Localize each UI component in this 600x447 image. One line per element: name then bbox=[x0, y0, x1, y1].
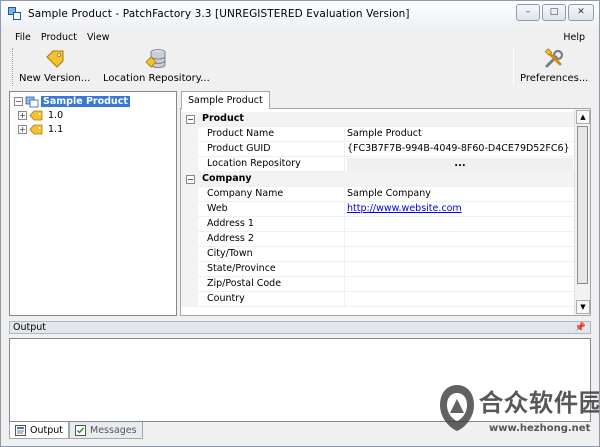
messages-icon bbox=[75, 424, 86, 436]
tree-root-label[interactable]: Sample Product bbox=[41, 96, 130, 107]
tab-output-label: Output bbox=[30, 424, 63, 436]
property-row[interactable]: Company Name Sample Company bbox=[181, 187, 574, 202]
property-name: Product Name bbox=[207, 128, 275, 139]
menu-help[interactable]: Help bbox=[558, 32, 590, 43]
property-row[interactable]: State/Province bbox=[181, 262, 574, 277]
browse-button[interactable]: ... bbox=[347, 158, 573, 171]
property-name: State/Province bbox=[207, 263, 276, 274]
watermark: 合众软件园 www.hezhong.net bbox=[437, 379, 600, 445]
property-row[interactable]: Country bbox=[181, 292, 574, 307]
property-row[interactable]: Web http://www.website.com bbox=[181, 202, 574, 217]
property-name: Address 1 bbox=[207, 218, 254, 229]
expand-toggle[interactable]: + bbox=[18, 111, 27, 120]
tab-sample-product[interactable]: Sample Product bbox=[181, 91, 270, 109]
preferences-label: Preferences... bbox=[520, 73, 589, 84]
property-panel: Sample Product − Product Product Name Sa… bbox=[179, 91, 591, 316]
property-row[interactable]: Address 1 bbox=[181, 217, 574, 232]
category-label: Product bbox=[202, 113, 244, 124]
category-toggle[interactable]: − bbox=[186, 115, 195, 124]
title-bar[interactable]: Sample Product - PatchFactory 3.3 [UNREG… bbox=[1, 1, 599, 27]
tab-messages-label: Messages bbox=[90, 424, 137, 436]
property-name: Company Name bbox=[207, 188, 284, 199]
property-value[interactable]: Sample Product bbox=[347, 128, 422, 139]
menu-product[interactable]: Product bbox=[36, 32, 82, 43]
pin-icon[interactable]: 📌 bbox=[575, 323, 586, 333]
property-row[interactable]: City/Town bbox=[181, 247, 574, 262]
property-grid[interactable]: − Product Product Name Sample Product Pr… bbox=[180, 108, 591, 316]
window-title: Sample Product - PatchFactory 3.3 [UNREG… bbox=[28, 8, 410, 20]
watermark-logo-icon bbox=[440, 385, 474, 431]
window-controls: – □ ✕ bbox=[516, 4, 594, 21]
new-version-button[interactable]: New Version... bbox=[19, 48, 90, 88]
tools-icon bbox=[544, 48, 564, 68]
category-label: Company bbox=[202, 173, 252, 184]
collapse-toggle[interactable]: − bbox=[14, 97, 23, 106]
app-icon bbox=[8, 7, 22, 21]
watermark-url: www.hezhong.net bbox=[489, 423, 591, 434]
toolbar-grip[interactable] bbox=[12, 48, 15, 86]
property-name: Address 2 bbox=[207, 233, 254, 244]
scroll-down-button[interactable]: ▼ bbox=[576, 300, 590, 314]
menu-file[interactable]: File bbox=[10, 32, 36, 43]
category-row-product[interactable]: − Product bbox=[181, 112, 574, 127]
minimize-button[interactable]: – bbox=[516, 4, 540, 21]
property-value[interactable]: {FC3B7F7B-994B-4049-8F60-D4CE79D52FC6} bbox=[347, 143, 570, 154]
web-link[interactable]: http://www.website.com bbox=[347, 203, 462, 214]
menu-view[interactable]: View bbox=[82, 32, 115, 43]
property-row[interactable]: Location Repository ... bbox=[181, 157, 574, 172]
property-value[interactable]: Sample Company bbox=[347, 188, 431, 199]
menu-bar: File Product View Help bbox=[10, 29, 590, 45]
watermark-text: 合众软件园 bbox=[479, 389, 600, 417]
vertical-scrollbar[interactable]: ▲ ▼ bbox=[574, 109, 590, 315]
product-tree[interactable]: − Sample Product + 1.0 + 1.1 bbox=[9, 91, 177, 316]
property-name: Web bbox=[207, 203, 228, 214]
tag-icon bbox=[45, 50, 64, 68]
category-toggle[interactable]: − bbox=[186, 175, 195, 184]
tag-icon bbox=[29, 110, 43, 121]
tab-messages[interactable]: Messages bbox=[69, 422, 143, 439]
property-name: Zip/Postal Code bbox=[207, 278, 282, 289]
location-repository-label: Location Repository... bbox=[103, 73, 210, 84]
tab-output[interactable]: Output bbox=[9, 422, 69, 439]
scroll-up-button[interactable]: ▲ bbox=[576, 110, 590, 124]
output-header: Output 📌 bbox=[9, 321, 591, 334]
property-row[interactable]: Product Name Sample Product bbox=[181, 127, 574, 142]
output-title: Output bbox=[13, 322, 46, 333]
app-window: Sample Product - PatchFactory 3.3 [UNREG… bbox=[0, 0, 600, 447]
preferences-button[interactable]: Preferences... bbox=[520, 48, 588, 88]
property-name: City/Town bbox=[207, 248, 253, 259]
tree-item-label: 1.1 bbox=[48, 124, 64, 135]
tree-item-version[interactable]: + 1.0 bbox=[18, 109, 65, 122]
output-icon bbox=[15, 424, 26, 436]
property-name: Country bbox=[207, 293, 245, 304]
scroll-thumb[interactable] bbox=[577, 126, 588, 284]
location-repository-button[interactable]: Location Repository... bbox=[103, 48, 210, 88]
product-icon bbox=[25, 96, 39, 107]
new-version-label: New Version... bbox=[19, 73, 91, 84]
category-row-company[interactable]: − Company bbox=[181, 172, 574, 187]
property-row[interactable]: Zip/Postal Code bbox=[181, 277, 574, 292]
tree-item-label: 1.0 bbox=[48, 110, 64, 121]
tree-item-version[interactable]: + 1.1 bbox=[18, 123, 65, 136]
tag-icon bbox=[29, 124, 43, 135]
property-name: Product GUID bbox=[207, 143, 271, 154]
property-name: Location Repository bbox=[207, 158, 301, 169]
output-tabs: Output Messages bbox=[9, 422, 143, 440]
toolbar: New Version... Location Repository... Pr… bbox=[9, 46, 591, 90]
property-row[interactable]: Address 2 bbox=[181, 232, 574, 247]
close-button[interactable]: ✕ bbox=[568, 4, 594, 21]
maximize-button[interactable]: □ bbox=[542, 4, 566, 21]
tree-root-row[interactable]: − Sample Product bbox=[14, 95, 130, 108]
toolbar-separator bbox=[513, 48, 514, 86]
property-row[interactable]: Product GUID {FC3B7F7B-994B-4049-8F60-D4… bbox=[181, 142, 574, 157]
expand-toggle[interactable]: + bbox=[18, 125, 27, 134]
database-icon bbox=[145, 49, 166, 68]
